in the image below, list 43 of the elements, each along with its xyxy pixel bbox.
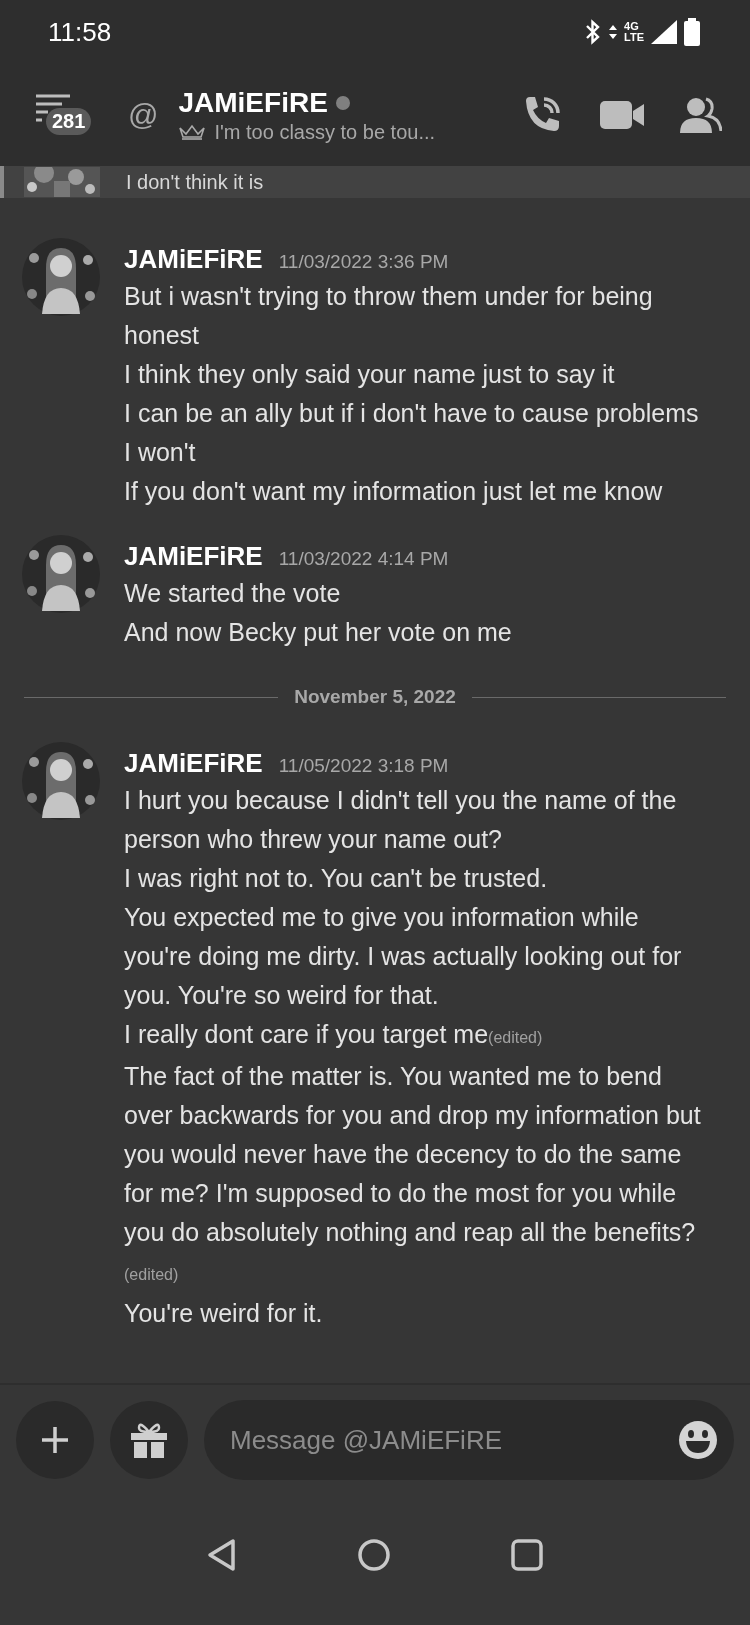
message-text: We started the vote [124,578,342,609]
message-text: I can be an ally but if i don't have to cause problems I won't [124,398,700,468]
author-name[interactable]: JAMiEFiRE [124,244,263,275]
avatar[interactable] [22,742,100,820]
plus-icon [40,1425,70,1455]
message-text: I really dont care if you target me(edited) [124,1019,544,1050]
status-dot-icon [335,95,350,110]
network-type: 4G [624,21,640,32]
message-input[interactable]: Message @JAMiEFiRE [204,1400,734,1480]
timestamp: 11/03/2022 4:14 PM [278,548,449,570]
home-icon[interactable] [357,1538,391,1572]
author-name[interactable]: JAMiEFiRE [124,541,263,572]
battery-icon [684,18,700,46]
avatar[interactable] [22,535,100,613]
at-sign: @ [128,98,159,132]
timestamp: 11/03/2022 3:36 PM [278,251,449,273]
message-text: I hurt you because I didn't tell you the name of the person who threw your name out? [124,785,678,855]
author-name[interactable]: JAMiEFiRE [124,748,263,779]
clock: 11:58 [48,16,112,48]
message-text: I think they only said your name just to say it [124,359,616,390]
message-text: And now Becky put her vote on me [124,617,513,648]
data-arrows-icon [609,24,618,40]
unread-count: 281 [46,108,92,135]
message-text: If you don't want my information just let me know [124,476,664,507]
date-divider: November 5, 2022 [294,686,456,708]
crown-icon [178,124,207,140]
avatar[interactable] [22,238,100,316]
emoji-icon[interactable] [678,1420,718,1460]
message-text: The fact of the matter is. You wanted me to bend over backwards for you and drop my information but you would never have the decency to do the same for me? I'm supposed to do the most for you while you do absolutely nothing and reap all the benefits? (edited) [124,1061,702,1285]
message-text: I don't think it is [126,170,264,194]
members-icon[interactable] [680,97,722,133]
message-text: I was right not to. You can't be trusted. [124,863,549,894]
custom-status: I'm too classy to be tou... [214,120,436,144]
channel-title[interactable]: JAMiEFiRE [178,86,328,119]
network-subtype: LTE [624,32,644,43]
signal-icon [651,20,677,44]
recents-icon[interactable] [511,1539,543,1571]
message-text: You expected me to give you information while you're doing me dirty. I was actually looking out for you. You're so weird for that. [124,902,683,1011]
timestamp: 11/05/2022 3:18 PM [278,755,449,777]
back-icon[interactable] [207,1538,237,1572]
message-text: You're weird for it. [124,1298,324,1329]
message-text: But i wasn't trying to throw them under for being honest [124,281,654,351]
video-camera-icon[interactable] [600,99,644,131]
